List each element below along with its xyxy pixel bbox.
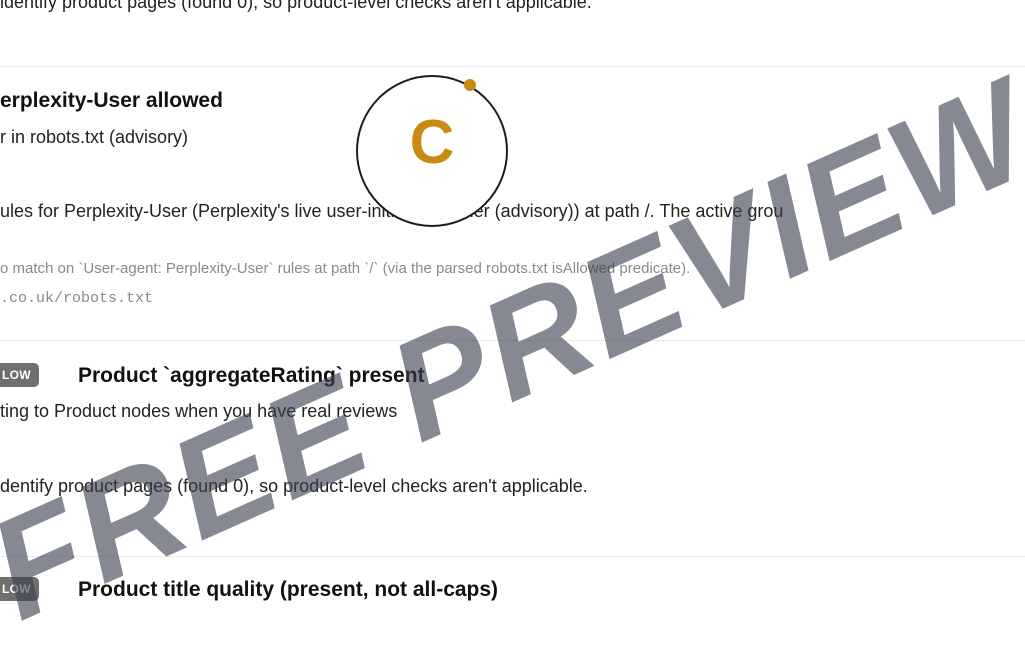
check-method-note: o match on `User-agent: Perplexity-User`… — [0, 260, 691, 277]
check-title: erplexity-User allowed — [0, 89, 223, 112]
check-source-url[interactable]: .co.uk/robots.txt — [0, 290, 153, 307]
severity-badge: LOW — [0, 577, 39, 601]
divider — [0, 340, 1025, 341]
check-subtitle: r in robots.txt (advisory) — [0, 127, 189, 147]
logo-letter: C — [409, 108, 455, 177]
divider — [0, 66, 1025, 67]
divider — [0, 556, 1025, 557]
check-detail-text: dentify product pages (found 0), so prod… — [0, 476, 588, 496]
check-subtitle: ting to Product nodes when you have real… — [0, 401, 398, 421]
logo: C — [356, 75, 508, 227]
check-title: Product title quality (present, not all-… — [78, 578, 499, 601]
check-title: Product `aggregateRating` present — [78, 364, 425, 387]
logo-dot — [464, 79, 476, 91]
severity-badge: LOW — [0, 363, 39, 387]
top-detail-text: identify product pages (found 0), so pro… — [0, 0, 592, 12]
